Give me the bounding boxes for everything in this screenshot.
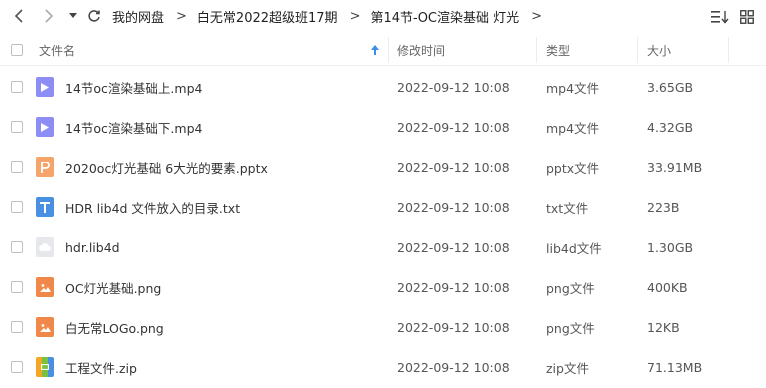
column-divider[interactable] bbox=[536, 37, 537, 63]
forward-button[interactable] bbox=[38, 6, 58, 26]
image-file-icon bbox=[36, 277, 54, 297]
image-file-icon bbox=[36, 317, 54, 337]
file-row[interactable]: 2020oc灯光基础 6大光的要素.pptx 2022-09-12 10:08 … bbox=[0, 147, 766, 187]
file-name[interactable]: 14节oc渲染基础上.mp4 bbox=[65, 67, 202, 107]
column-divider[interactable] bbox=[637, 37, 638, 63]
file-type: mp4文件 bbox=[546, 120, 600, 136]
pptx-file-icon bbox=[36, 157, 54, 177]
breadcrumb-item-root[interactable]: 我的网盘 bbox=[112, 7, 170, 26]
file-type: lib4d文件 bbox=[546, 240, 602, 256]
file-list-header: 文件名 修改时间 类型 大小 bbox=[0, 34, 766, 66]
file-size: 400KB bbox=[647, 279, 688, 295]
caret-down-icon bbox=[69, 13, 77, 18]
breadcrumb: 我的网盘 > 白无常2022超级班17期 > 第14节-OC渲染基础 灯光 > bbox=[112, 0, 552, 33]
select-all-checkbox[interactable] bbox=[11, 44, 23, 56]
video-file-icon bbox=[36, 77, 54, 97]
file-size: 1.30GB bbox=[647, 239, 694, 255]
file-row[interactable]: 白无常LOGo.png 2022-09-12 10:08 png文件 12KB bbox=[0, 307, 766, 347]
file-type: txt文件 bbox=[546, 200, 589, 216]
file-size: 12KB bbox=[647, 319, 680, 335]
grid-view-button[interactable] bbox=[737, 7, 757, 27]
file-size: 71.13MB bbox=[647, 359, 703, 375]
file-name[interactable]: OC灯光基础.png bbox=[65, 267, 161, 307]
file-modified: 2022-09-12 10:08 bbox=[397, 79, 510, 95]
file-size: 223B bbox=[647, 199, 680, 215]
file-name[interactable]: 白无常LOGo.png bbox=[65, 307, 164, 347]
column-header-size[interactable]: 大小 bbox=[647, 34, 671, 66]
grid-view-icon bbox=[740, 10, 754, 24]
sort-button[interactable] bbox=[710, 7, 730, 27]
zip-file-icon bbox=[36, 357, 54, 377]
refresh-button[interactable] bbox=[84, 6, 104, 26]
file-modified: 2022-09-12 10:08 bbox=[397, 199, 510, 215]
chevron-left-icon bbox=[14, 9, 23, 23]
file-modified: 2022-09-12 10:08 bbox=[397, 239, 510, 255]
file-row[interactable]: OC灯光基础.png 2022-09-12 10:08 png文件 400KB bbox=[0, 267, 766, 307]
file-modified: 2022-09-12 10:08 bbox=[397, 159, 510, 175]
file-name[interactable]: HDR lib4d 文件放入的目录.txt bbox=[65, 187, 240, 227]
file-row[interactable]: 工程文件.zip 2022-09-12 10:08 zip文件 71.13MB bbox=[0, 347, 766, 387]
row-checkbox[interactable] bbox=[11, 321, 23, 333]
file-row[interactable]: 14节oc渲染基础下.mp4 2022-09-12 10:08 mp4文件 4.… bbox=[0, 107, 766, 147]
breadcrumb-separator: > bbox=[176, 9, 187, 24]
file-row[interactable]: HDR lib4d 文件放入的目录.txt 2022-09-12 10:08 t… bbox=[0, 187, 766, 227]
column-divider[interactable] bbox=[728, 37, 729, 63]
row-checkbox[interactable] bbox=[11, 201, 23, 213]
row-checkbox[interactable] bbox=[11, 81, 23, 93]
column-header-modified[interactable]: 修改时间 bbox=[397, 34, 445, 66]
row-checkbox[interactable] bbox=[11, 281, 23, 293]
row-checkbox[interactable] bbox=[11, 161, 23, 173]
breadcrumb-item-current[interactable]: 第14节-OC渲染基础 灯光 bbox=[370, 7, 525, 26]
sort-indicator bbox=[371, 34, 379, 66]
select-all-checkbox-cell[interactable] bbox=[11, 34, 23, 66]
sort-list-icon bbox=[711, 11, 729, 24]
file-row[interactable]: hdr.lib4d 2022-09-12 10:08 lib4d文件 1.30G… bbox=[0, 227, 766, 267]
file-modified: 2022-09-12 10:08 bbox=[397, 119, 510, 135]
breadcrumb-separator: > bbox=[349, 9, 361, 24]
file-name[interactable]: 工程文件.zip bbox=[65, 347, 137, 387]
file-name[interactable]: 14节oc渲染基础下.mp4 bbox=[65, 107, 202, 147]
chevron-right-icon bbox=[45, 9, 54, 23]
file-row[interactable]: 14节oc渲染基础上.mp4 2022-09-12 10:08 mp4文件 3.… bbox=[0, 67, 766, 107]
file-name[interactable]: hdr.lib4d bbox=[65, 227, 120, 267]
row-checkbox[interactable] bbox=[11, 361, 23, 373]
column-header-type[interactable]: 类型 bbox=[546, 34, 570, 66]
toolbar: 我的网盘 > 白无常2022超级班17期 > 第14节-OC渲染基础 灯光 > bbox=[0, 0, 766, 33]
back-button[interactable] bbox=[10, 6, 30, 26]
file-modified: 2022-09-12 10:08 bbox=[397, 279, 510, 295]
file-size: 4.32GB bbox=[647, 119, 694, 135]
file-name[interactable]: 2020oc灯光基础 6大光的要素.pptx bbox=[65, 147, 268, 187]
column-header-name[interactable]: 文件名 bbox=[39, 34, 75, 66]
column-divider[interactable] bbox=[388, 37, 389, 63]
text-file-icon bbox=[36, 197, 54, 217]
breadcrumb-item-course[interactable]: 白无常2022超级班17期 bbox=[197, 7, 344, 26]
refresh-icon bbox=[88, 10, 100, 22]
row-checkbox[interactable] bbox=[11, 241, 23, 253]
file-type: png文件 bbox=[546, 280, 595, 296]
arrow-up-icon bbox=[371, 45, 379, 55]
file-type: pptx文件 bbox=[546, 160, 600, 176]
file-type: zip文件 bbox=[546, 360, 589, 376]
unknown-file-icon bbox=[36, 237, 54, 257]
video-file-icon bbox=[36, 117, 54, 137]
file-size: 3.65GB bbox=[647, 79, 694, 95]
file-modified: 2022-09-12 10:08 bbox=[397, 359, 510, 375]
row-checkbox[interactable] bbox=[11, 121, 23, 133]
breadcrumb-separator: > bbox=[531, 9, 543, 24]
history-dropdown-button[interactable] bbox=[63, 6, 83, 26]
file-type: png文件 bbox=[546, 320, 595, 336]
file-size: 33.91MB bbox=[647, 159, 703, 175]
file-type: mp4文件 bbox=[546, 80, 600, 96]
file-modified: 2022-09-12 10:08 bbox=[397, 319, 510, 335]
